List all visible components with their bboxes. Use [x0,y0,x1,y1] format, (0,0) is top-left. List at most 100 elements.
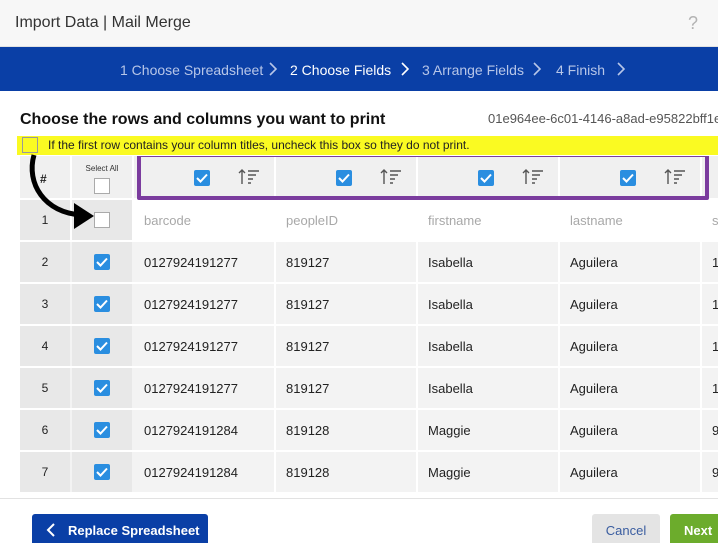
table-cell: Aguilera [570,339,618,354]
spreadsheet-id: 01e964ee-6c01-4146-a8ad-e95822bff1e [488,111,718,126]
column-divider [700,242,702,282]
column-divider [416,452,418,492]
table-cell: 819128 [286,465,330,480]
column-divider [558,368,560,408]
table-cell: 819128 [286,423,330,438]
chevron-left-icon [46,523,56,542]
column-divider [700,410,702,450]
next-label: Next [684,523,713,538]
table-cell: 819127 [286,255,330,270]
column-divider [558,284,560,324]
column-divider [700,452,702,492]
row-number: 3 [20,284,70,324]
table-cell: 819127 [286,297,330,312]
column-divider [416,242,418,282]
table-row: 7 0127924191284 819128 Maggie Aguilera 9 [20,452,718,492]
column-divider [558,410,560,450]
row-checkbox[interactable] [94,422,110,438]
row-checkbox[interactable] [94,254,110,270]
row-checkbox[interactable] [94,464,110,480]
row-number: 4 [20,326,70,366]
table-row: 2 0127924191277 819127 Isabella Aguilera… [20,242,718,282]
table-cell: barcode [144,213,191,228]
table-cell: Maggie [428,423,471,438]
row-number: 5 [20,368,70,408]
column-divider [558,326,560,366]
table-cell: 9 [712,465,718,480]
row-select-cell [72,326,132,366]
table-cell: 1 [712,297,718,312]
first-row-checkbox[interactable] [22,137,38,153]
next-button[interactable]: Next [670,514,718,543]
row-number: 2 [20,242,70,282]
column-divider [274,368,276,408]
table-cell: Isabella [428,381,473,396]
row-checkbox[interactable] [94,296,110,312]
column-divider [416,410,418,450]
table-row: 6 0127924191284 819128 Maggie Aguilera 9 [20,410,718,450]
cancel-label: Cancel [605,523,647,538]
table-cell: Aguilera [570,255,618,270]
page-heading: Choose the rows and columns you want to … [20,111,386,128]
table-cell: Aguilera [570,297,618,312]
table-cell: Aguilera [570,423,618,438]
table-cell: 819127 [286,339,330,354]
wizard-steps: 1 Choose Spreadsheet 2 Choose Fields 3 A… [0,47,718,91]
table-row: 1 barcode peopleID firstname lastname s [20,200,718,240]
column-divider [274,410,276,450]
table-cell: Isabella [428,255,473,270]
row-select-cell [72,410,132,450]
column-divider [274,242,276,282]
first-row-notice-text: If the first row contains your column ti… [48,138,470,152]
chevron-right-icon [612,60,630,78]
table-cell: 0127924191277 [144,339,238,354]
first-row-notice: If the first row contains your column ti… [17,136,718,155]
column-divider [558,242,560,282]
chevron-right-icon [264,60,282,78]
step-choose-spreadsheet[interactable]: 1 Choose Spreadsheet [120,62,263,78]
table-cell: Aguilera [570,465,618,480]
table-row: 5 0127924191277 819127 Isabella Aguilera… [20,368,718,408]
column-divider [274,452,276,492]
table-cell: 1 [712,255,718,270]
chevron-right-icon [396,60,414,78]
step-arrange-fields[interactable]: 3 Arrange Fields [422,62,524,78]
row-select-cell [72,452,132,492]
table-cell: 9 [712,423,718,438]
column-divider [700,284,702,324]
table-cell: 0127924191277 [144,255,238,270]
footer-bar: Replace Spreadsheet Cancel Next [0,498,718,543]
chevron-right-icon [528,60,546,78]
table-cell: 0127924191284 [144,465,238,480]
table-row: 4 0127924191277 819127 Isabella Aguilera… [20,326,718,366]
row-select-cell [72,368,132,408]
curved-arrow-icon [24,153,104,238]
column-divider [700,326,702,366]
help-icon[interactable]: ? [688,13,698,34]
column-divider [416,326,418,366]
table-cell: firstname [428,213,482,228]
step-finish[interactable]: 4 Finish [556,62,605,78]
replace-spreadsheet-button[interactable]: Replace Spreadsheet [32,514,208,543]
table-cell: Isabella [428,297,473,312]
table-row: 3 0127924191277 819127 Isabella Aguilera… [20,284,718,324]
column-divider [558,452,560,492]
table-cell: 1 [712,381,718,396]
row-select-cell [72,284,132,324]
replace-spreadsheet-label: Replace Spreadsheet [68,523,200,538]
row-checkbox[interactable] [94,380,110,396]
step-choose-fields[interactable]: 2 Choose Fields [290,62,391,78]
table-cell: Maggie [428,465,471,480]
window-title: Import Data | Mail Merge [15,14,191,31]
table-cell: lastname [570,213,623,228]
table-cell: s [712,213,718,228]
column-header-highlight [137,156,709,200]
table-cell: Isabella [428,339,473,354]
table-cell: 1 [712,339,718,354]
cancel-button[interactable]: Cancel [592,514,660,543]
column-divider [700,368,702,408]
table-cell: 0127924191277 [144,381,238,396]
title-bar: Import Data | Mail Merge ? [0,0,718,47]
row-number: 7 [20,452,70,492]
row-checkbox[interactable] [94,338,110,354]
